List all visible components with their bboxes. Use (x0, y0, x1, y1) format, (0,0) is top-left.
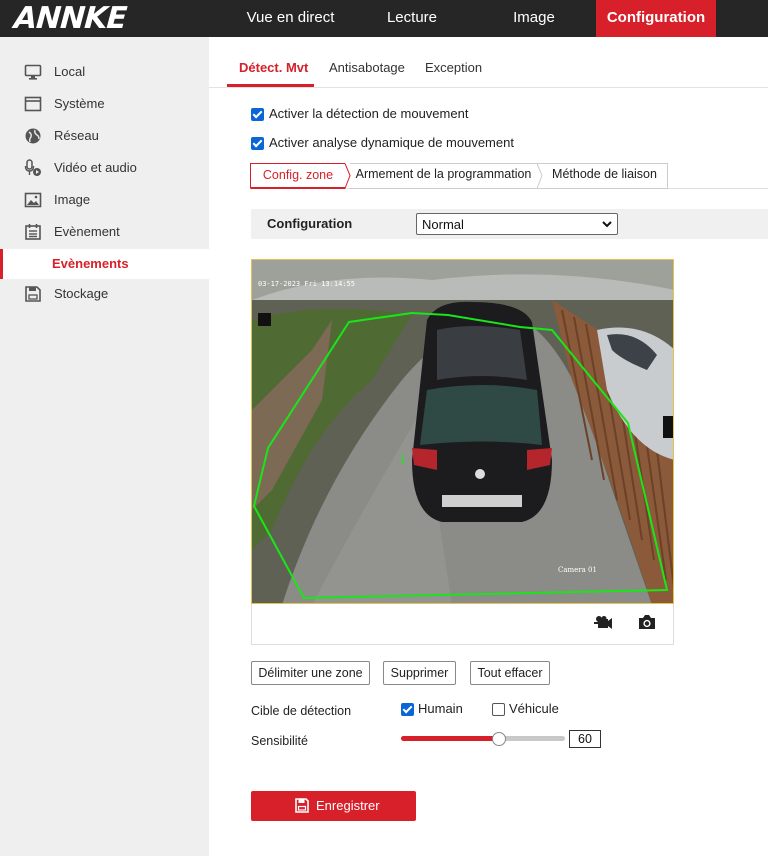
video-timestamp: 03-17-2023 Fri 13:14:55 (258, 280, 355, 288)
tab-exception[interactable]: Exception (425, 60, 482, 75)
sidebar-item-event[interactable]: Evènement (0, 217, 209, 247)
sidebar-subitem-label: Evènements (52, 256, 129, 271)
detection-target-label: Cible de détection (251, 704, 352, 718)
nav-image[interactable]: Image (494, 0, 574, 37)
vehicle-checkbox[interactable] (492, 703, 505, 716)
nav-configuration[interactable]: Configuration (596, 0, 716, 37)
chevron-down-icon (602, 221, 612, 228)
globe-icon (25, 128, 41, 144)
tab-divider (209, 87, 768, 88)
motion-detection-checkbox[interactable] (251, 108, 264, 121)
save-label: Enregistrer (316, 798, 380, 813)
nav-playback[interactable]: Lecture (370, 0, 454, 37)
sidebar-item-system[interactable]: Système (0, 89, 209, 119)
system-icon (24, 96, 42, 112)
vehicle-label: Véhicule (509, 701, 559, 716)
delete-zone-button[interactable]: Supprimer (383, 661, 456, 685)
sidebar: Local Système Réseau Vidéo et audio Imag… (0, 37, 209, 856)
sidebar-item-network[interactable]: Réseau (0, 121, 209, 151)
video-marker (258, 313, 271, 326)
dynamic-analysis-label: Activer analyse dynamique de mouvement (269, 135, 514, 150)
motion-zone-number: 1 (399, 453, 406, 466)
step-arming-schedule[interactable]: Armement de la programmation (350, 163, 537, 188)
sidebar-item-image[interactable]: Image (0, 185, 209, 215)
configuration-row: Configuration Normal (251, 209, 768, 239)
sensitivity-slider-fill (401, 736, 499, 741)
draw-zone-button[interactable]: Délimiter une zone (251, 661, 370, 685)
sensitivity-slider-thumb[interactable] (492, 732, 506, 746)
sensitivity-label: Sensibilité (251, 734, 308, 748)
sidebar-item-video-audio[interactable]: Vidéo et audio (0, 153, 209, 183)
tab-motion-detection[interactable]: Détect. Mvt (239, 60, 308, 75)
motion-detection-label: Activer la détection de mouvement (269, 106, 469, 121)
image-icon (24, 192, 42, 208)
annke-logo: ANNKE (12, 1, 128, 36)
video-edge-marker (663, 416, 673, 438)
sensitivity-value-box[interactable]: 60 (569, 730, 601, 748)
sidebar-item-local[interactable]: Local (0, 57, 209, 87)
sensitivity-slider-track[interactable] (401, 736, 565, 741)
human-checkbox[interactable] (401, 703, 414, 716)
sidebar-item-label: Image (54, 192, 91, 207)
save-button[interactable]: Enregistrer (251, 791, 416, 821)
sidebar-item-label: Evènement (54, 224, 120, 239)
sidebar-item-label: Système (54, 96, 105, 111)
sidebar-item-label: Réseau (54, 128, 99, 143)
sidebar-item-label: Vidéo et audio (54, 160, 137, 175)
calendar-icon (25, 224, 41, 240)
active-tab-indicator (227, 84, 314, 87)
configuration-label: Configuration (267, 216, 353, 231)
configuration-value: Normal (422, 217, 464, 232)
monitor-icon (24, 64, 42, 80)
step-zone-config[interactable]: Config. zone (250, 163, 345, 188)
configuration-select[interactable]: Normal (416, 213, 618, 235)
camera-video-feed[interactable]: 03-17-2023 Fri 13:14:55 Camera 01 1 (251, 259, 674, 604)
step-linkage-method[interactable]: Méthode de liaison (542, 163, 667, 188)
sidebar-item-storage[interactable]: Stockage (0, 279, 209, 309)
clear-all-button[interactable]: Tout effacer (470, 661, 550, 685)
top-navigation-bar: ANNKE Vue en direct Lecture Image Config… (0, 0, 768, 37)
tab-tamper[interactable]: Antisabotage (329, 60, 405, 75)
sidebar-item-label: Local (54, 64, 86, 79)
storage-icon (25, 286, 41, 302)
camera-scene: 03-17-2023 Fri 13:14:55 Camera 01 1 (252, 260, 673, 603)
human-label: Humain (418, 701, 463, 716)
record-video-icon[interactable] (594, 615, 612, 631)
video-toolbar (251, 604, 674, 645)
mic-camera-icon (24, 159, 41, 176)
dynamic-analysis-checkbox[interactable] (251, 137, 264, 150)
sidebar-item-label: Stockage (54, 286, 109, 301)
camera-snapshot-icon[interactable] (638, 614, 656, 630)
video-camera-name: Camera 01 (558, 566, 597, 574)
save-icon (295, 798, 309, 813)
nav-live-view[interactable]: Vue en direct (229, 0, 352, 37)
sidebar-subitem-events[interactable]: Evènements (0, 249, 209, 279)
